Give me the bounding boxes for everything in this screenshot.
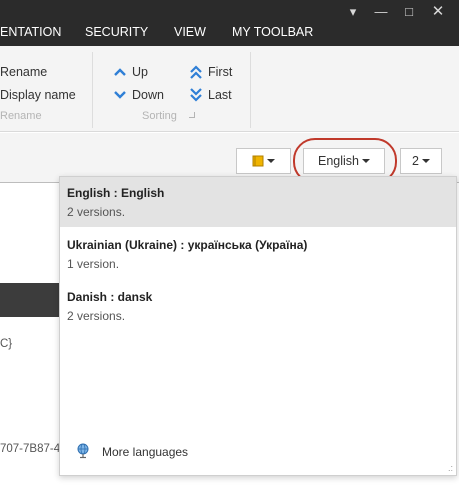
maximize-icon[interactable]: □ <box>401 4 417 20</box>
ribbon: Rename Display name Rename Up Down First… <box>0 46 459 132</box>
background-header-bar <box>0 283 60 317</box>
background-text: C} <box>0 338 13 350</box>
language-option-danish[interactable]: Danish : dansk 2 versions. <box>60 281 456 331</box>
close-icon[interactable]: ✕ <box>430 4 446 20</box>
version-dropdown-button[interactable]: 2 <box>400 148 442 174</box>
book-dropdown-button[interactable] <box>236 148 291 174</box>
rename-group-label: Rename <box>0 110 42 122</box>
resize-grip-icon[interactable]: .: <box>448 464 453 473</box>
up-label: Up <box>132 65 148 79</box>
caret-down-icon <box>267 158 275 163</box>
language-option-ukrainian[interactable]: Ukrainian (Ukraine) : українська (Україн… <box>60 229 456 279</box>
tab-my-toolbar[interactable]: MY TOOLBAR <box>232 22 313 42</box>
language-option-english[interactable]: English : English 2 versions. <box>60 177 456 227</box>
dialog-launcher-icon[interactable] <box>189 112 195 118</box>
dropdown-icon[interactable]: ▾ <box>345 4 361 20</box>
language-versions: 1 version. <box>67 257 120 271</box>
minimize-icon[interactable]: — <box>373 4 389 20</box>
double-chevron-up-icon <box>190 65 202 79</box>
tab-presentation[interactable]: ENTATION <box>0 22 61 42</box>
tab-view[interactable]: VIEW <box>174 22 206 42</box>
display-name-button[interactable]: Display name <box>0 87 76 103</box>
background-text: 707-7B87-4 <box>0 443 61 455</box>
chevron-up-icon <box>114 68 126 76</box>
sorting-group-label: Sorting <box>142 110 177 122</box>
tab-security[interactable]: SECURITY <box>85 22 148 42</box>
globe-icon <box>77 443 89 459</box>
last-label: Last <box>208 88 232 102</box>
language-name: Ukrainian (Ukraine) : українська (Україн… <box>67 238 308 252</box>
language-versions: 2 versions. <box>67 205 126 219</box>
rename-button[interactable]: Rename <box>0 64 47 80</box>
ribbon-separator <box>250 52 251 128</box>
language-menu: English : English 2 versions. Ukrainian … <box>59 176 457 476</box>
language-name: English : English <box>67 186 165 200</box>
chevron-down-icon <box>114 91 126 99</box>
double-chevron-down-icon <box>190 88 202 102</box>
version-button-label: 2 <box>412 154 419 168</box>
down-label: Down <box>132 88 164 102</box>
book-icon <box>252 155 264 167</box>
language-versions: 2 versions. <box>67 309 126 323</box>
more-languages-label: More languages <box>102 445 189 459</box>
title-bar: ▾ — □ ✕ ENTATION SECURITY VIEW MY TOOLBA… <box>0 0 459 46</box>
language-name: Danish : dansk <box>67 290 153 304</box>
first-label: First <box>208 65 233 79</box>
ribbon-separator <box>92 52 93 128</box>
caret-down-icon <box>421 158 430 163</box>
